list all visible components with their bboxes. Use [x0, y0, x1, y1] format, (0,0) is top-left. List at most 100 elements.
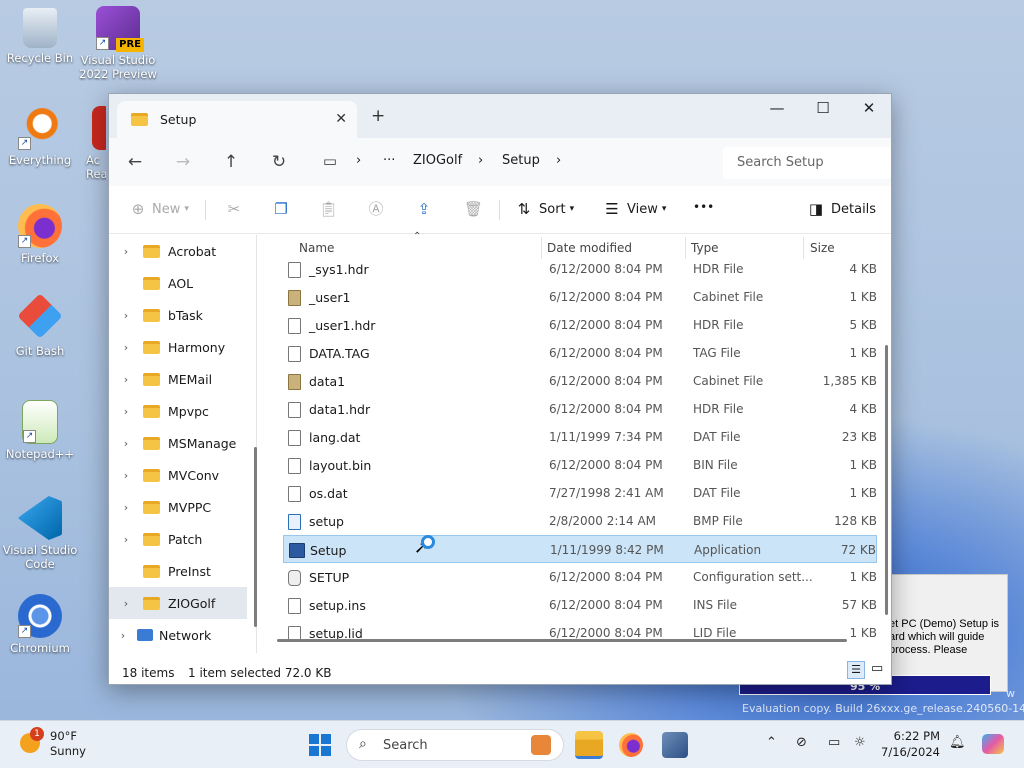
tiles-view-icon[interactable]: ▭	[871, 661, 883, 676]
more-options-button[interactable]: •••	[693, 200, 714, 214]
chevron-right-icon[interactable]: ›	[109, 405, 143, 418]
chevron-right-icon[interactable]: ›	[109, 373, 143, 386]
desktop-icon-git-bash[interactable]: Git Bash	[0, 293, 80, 358]
file-row[interactable]: setup.lid 6/12/2000 8:04 PM LID File 1 KB	[283, 619, 877, 647]
nav-item-memail[interactable]: › MEMail	[109, 363, 247, 395]
file-row[interactable]: lang.dat 1/11/1999 7:34 PM DAT File 23 KB	[283, 423, 877, 451]
file-row[interactable]: os.dat 7/27/1998 2:41 AM DAT File 1 KB	[283, 479, 877, 507]
notification-bell-icon[interactable]: 🔔︎	[949, 735, 966, 750]
nav-item-acrobat[interactable]: › Acrobat	[109, 235, 247, 267]
cut-icon[interactable]: ✂	[225, 200, 243, 218]
chevron-right-icon[interactable]: ›	[109, 469, 143, 482]
navigation-pane[interactable]: › Acrobat AOL › bTask › Harmony › MEMail › Mp…	[109, 235, 257, 653]
breadcrumb-ellipsis[interactable]: ···	[383, 153, 395, 168]
nav-scrollbar[interactable]	[254, 447, 257, 627]
file-row[interactable]: Setup 1/11/1999 8:42 PM Application 72 KB	[283, 535, 877, 563]
nav-item-patch[interactable]: › Patch	[109, 523, 247, 555]
paste-icon[interactable]: 📋︎	[319, 200, 338, 218]
taskbar-search[interactable]: ⌕ Search	[346, 729, 564, 761]
accessibility-icon[interactable]: ☼	[854, 735, 866, 750]
installer-window[interactable]: et PC (Demo) Setup is ard which will gui…	[739, 574, 1008, 695]
desktop-icon-vscode[interactable]: Visual Studio Code	[0, 496, 80, 571]
desktop-icon-chromium[interactable]: ↗ Chromium	[0, 594, 80, 655]
breadcrumb-ziogolf[interactable]: ZIOGolf	[413, 153, 462, 168]
refresh-icon[interactable]: ↻	[267, 152, 291, 172]
file-explorer-taskbar-icon[interactable]	[575, 731, 603, 759]
file-row[interactable]: setup 2/8/2000 2:14 AM BMP File 128 KB	[283, 507, 877, 535]
network-disconnected-icon[interactable]: ⊘	[796, 735, 807, 750]
chevron-right-icon[interactable]: ›	[109, 533, 143, 546]
forward-arrow-icon[interactable]: →	[171, 152, 195, 172]
file-row[interactable]: DATA.TAG 6/12/2000 8:04 PM TAG File 1 KB	[283, 339, 877, 367]
nav-item-aol[interactable]: AOL	[109, 267, 247, 299]
nav-item-mpvpc[interactable]: › Mpvpc	[109, 395, 247, 427]
file-list-horizontal-scrollbar[interactable]	[277, 639, 847, 642]
firefox-taskbar-icon[interactable]	[619, 733, 643, 757]
clock[interactable]: 6:22 PM 7/16/2024	[880, 728, 940, 760]
title-bar[interactable]: Setup ✕ + — ☐ ✕	[109, 94, 891, 138]
chevron-right-icon[interactable]: ›	[109, 245, 143, 258]
share-icon[interactable]: ⇪	[415, 200, 433, 218]
close-button[interactable]: ✕	[846, 99, 891, 117]
file-row[interactable]: layout.bin 6/12/2000 8:04 PM BIN File 1 KB	[283, 451, 877, 479]
file-row[interactable]: data1.hdr 6/12/2000 8:04 PM HDR File 4 KB	[283, 395, 877, 423]
nav-item-harmony[interactable]: › Harmony	[109, 331, 247, 363]
display-icon[interactable]: ▭	[828, 735, 840, 750]
chevron-right-icon[interactable]: ›	[109, 341, 143, 354]
view-button[interactable]: ☰ View ▾	[603, 200, 666, 218]
nav-item-msmanage[interactable]: › MSManage	[109, 427, 247, 459]
details-button[interactable]: ◨ Details	[807, 200, 876, 218]
file-row[interactable]: SETUP 6/12/2000 8:04 PM Configuration sett…	[283, 563, 877, 591]
desktop-icon-recycle-bin[interactable]: Recycle Bin	[0, 8, 80, 65]
chevron-right-icon[interactable]: ›	[109, 629, 137, 642]
file-row[interactable]: _user1.hdr 6/12/2000 8:04 PM HDR File 5 KB	[283, 311, 877, 339]
details-view-icon[interactable]: ☰	[847, 661, 865, 679]
minimize-button[interactable]: —	[754, 99, 800, 117]
chevron-up-icon[interactable]: ⌃	[766, 735, 777, 750]
nav-item-ziogolf[interactable]: › ZIOGolf	[109, 587, 247, 619]
desktop-icon-visual-studio-preview[interactable]: PRE ↗ Visual Studio 2022 Preview	[78, 6, 158, 81]
start-button[interactable]	[309, 734, 331, 756]
column-header-type[interactable]: Type	[691, 241, 719, 255]
delete-icon[interactable]: 🗑︎	[464, 200, 483, 218]
desktop-icon-firefox[interactable]: ↗ Firefox	[0, 204, 80, 265]
file-row[interactable]: setup.ins 6/12/2000 8:04 PM INS File 57 KB	[283, 591, 877, 619]
file-explorer-window[interactable]: Setup ✕ + — ☐ ✕ ← → ↑ ↻ ▭ › ··· ZIOGolf …	[108, 93, 892, 685]
column-header-name[interactable]: Name	[299, 241, 334, 255]
nav-item-btask[interactable]: › bTask	[109, 299, 247, 331]
setup-taskbar-icon[interactable]	[662, 732, 688, 758]
new-button[interactable]: ⊕ New ▾	[129, 200, 189, 218]
copilot-icon[interactable]	[982, 734, 1004, 754]
sort-button[interactable]: ⇅ Sort ▾	[515, 200, 574, 218]
copy-icon[interactable]: ❐	[272, 200, 290, 218]
tab-close-icon[interactable]: ✕	[335, 111, 347, 127]
breadcrumb-setup[interactable]: Setup	[502, 153, 540, 168]
new-tab-button[interactable]: +	[371, 106, 385, 126]
file-row[interactable]: _sys1.hdr 6/12/2000 8:04 PM HDR File 4 KB	[283, 255, 877, 283]
file-row[interactable]: data1 6/12/2000 8:04 PM Cabinet File 1,385 …	[283, 367, 877, 395]
nav-item-network[interactable]: › Network	[109, 619, 247, 651]
desktop-icon-acrobat-reader[interactable]: Ac Rea	[66, 106, 106, 181]
nav-item-mvconv[interactable]: › MVConv	[109, 459, 247, 491]
up-arrow-icon[interactable]: ↑	[219, 152, 243, 172]
chevron-right-icon[interactable]: ›	[109, 437, 143, 450]
tab-setup[interactable]: Setup ✕	[117, 101, 357, 138]
nav-item-mvppc[interactable]: › MVPPC	[109, 491, 247, 523]
file-list[interactable]: Name ⌃ Date modified Type Size _sys1.hdr…	[267, 231, 891, 653]
chevron-right-icon[interactable]: ›	[109, 597, 143, 610]
rename-icon[interactable]: Ⓐ	[367, 200, 385, 218]
desktop-icon-notepad-plus-plus[interactable]: ↗ Notepad++	[0, 400, 80, 461]
search-input[interactable]: Search Setup	[723, 147, 891, 179]
file-row[interactable]: _user1 6/12/2000 8:04 PM Cabinet File 1 KB	[283, 283, 877, 311]
weather-widget[interactable]: 1 90°F Sunny	[20, 727, 86, 759]
file-list-scrollbar[interactable]	[885, 345, 888, 615]
new-button-label: New	[152, 201, 181, 217]
monitor-icon[interactable]: ▭	[318, 152, 342, 170]
back-arrow-icon[interactable]: ←	[123, 152, 147, 172]
column-header-size[interactable]: Size	[810, 241, 835, 255]
chevron-right-icon[interactable]: ›	[109, 501, 143, 514]
maximize-button[interactable]: ☐	[800, 99, 846, 117]
column-header-date[interactable]: Date modified	[547, 241, 632, 255]
chevron-right-icon[interactable]: ›	[109, 309, 143, 322]
nav-item-preinst[interactable]: PreInst	[109, 555, 247, 587]
